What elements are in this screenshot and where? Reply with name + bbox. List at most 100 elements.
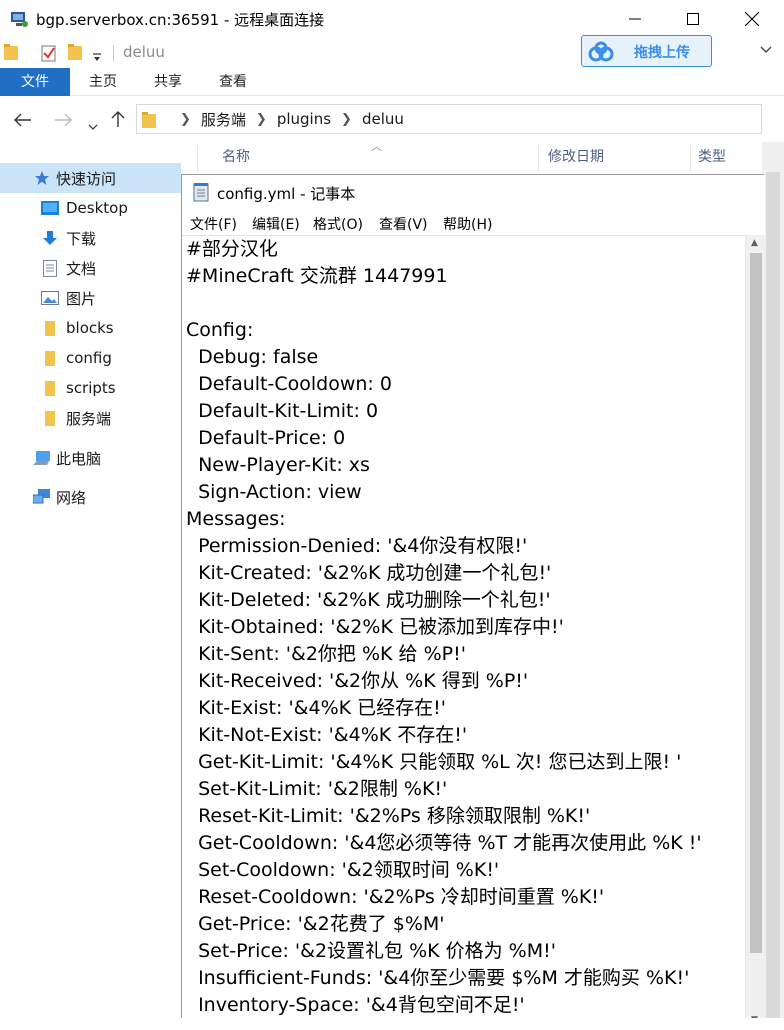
text-line: Get-Price: '&2花费了 $%M' bbox=[186, 913, 445, 935]
toolbar-divider bbox=[113, 45, 114, 61]
nav-label: scripts bbox=[66, 379, 116, 397]
navigation-pane: 快速访问 Desktop 下载 文档 图片 blocks config scri… bbox=[0, 160, 181, 1030]
text-line: Config: bbox=[186, 319, 254, 341]
new-folder-icon[interactable] bbox=[68, 44, 82, 64]
scrollbar-thumb[interactable] bbox=[750, 253, 762, 953]
column-divider bbox=[690, 146, 691, 172]
text-line: Default-Price: 0 bbox=[186, 427, 346, 449]
nav-label: 服务端 bbox=[66, 409, 112, 428]
nav-label: 快速访问 bbox=[56, 169, 117, 188]
explorer-scrollbar[interactable] bbox=[762, 142, 784, 1030]
column-divider bbox=[538, 146, 539, 172]
menu-help[interactable]: 帮助(H) bbox=[443, 214, 492, 234]
nav-quick-access[interactable]: 快速访问 bbox=[0, 163, 181, 193]
up-arrow-icon[interactable] bbox=[111, 110, 125, 132]
maximize-button[interactable] bbox=[668, 0, 718, 38]
breadcrumb: ❯ 服务端 ❯ plugins ❯ deluu bbox=[138, 109, 404, 129]
nav-item-config[interactable]: config bbox=[0, 343, 181, 373]
folder-icon bbox=[40, 319, 60, 337]
chevron-right-icon[interactable]: ❯ bbox=[256, 112, 267, 127]
nav-item-scripts[interactable]: scripts bbox=[0, 373, 181, 403]
properties-checkbox-icon[interactable] bbox=[41, 44, 57, 66]
cloud-icon bbox=[587, 40, 615, 64]
nav-item-documents[interactable]: 文档 bbox=[0, 253, 181, 283]
drag-upload-button[interactable]: 拖拽上传 bbox=[581, 35, 712, 67]
notepad-menubar: 文件(F) 编辑(E) 格式(O) 查看(V) 帮助(H) bbox=[182, 209, 765, 235]
column-header-type[interactable]: 类型 bbox=[698, 146, 726, 172]
status-strip bbox=[0, 1018, 784, 1030]
notepad-scrollbar[interactable]: ▲ ▼ bbox=[745, 235, 765, 1030]
text-line: #MineCraft 交流群 1447991 bbox=[186, 265, 448, 287]
tab-share[interactable]: 共享 bbox=[143, 68, 193, 96]
folder-title: deluu bbox=[123, 43, 165, 61]
folder-icon bbox=[40, 349, 60, 367]
nav-label: 网络 bbox=[56, 488, 87, 507]
nav-item-server[interactable]: 服务端 bbox=[0, 403, 181, 433]
document-icon bbox=[40, 259, 60, 277]
nav-label: 下载 bbox=[66, 229, 97, 248]
notepad-icon bbox=[192, 182, 210, 202]
menu-file[interactable]: 文件(F) bbox=[190, 214, 237, 234]
column-divider bbox=[197, 146, 198, 172]
nav-item-desktop[interactable]: Desktop bbox=[0, 193, 181, 223]
breadcrumb-item[interactable]: plugins bbox=[277, 110, 331, 128]
nav-item-pictures[interactable]: 图片 bbox=[0, 283, 181, 313]
text-line: Permission-Denied: '&4你没有权限!' bbox=[186, 535, 528, 557]
column-header-name[interactable]: 名称 bbox=[222, 146, 250, 172]
menu-format[interactable]: 格式(O) bbox=[313, 214, 363, 234]
tab-view[interactable]: 查看 bbox=[208, 68, 258, 96]
nav-label: Desktop bbox=[66, 199, 128, 217]
folder-icon[interactable] bbox=[4, 44, 18, 64]
notepad-title: config.yml - 记事本 bbox=[217, 185, 356, 203]
chevron-right-icon[interactable]: ❯ bbox=[180, 112, 191, 127]
back-arrow-icon[interactable] bbox=[14, 112, 32, 131]
column-header-modified[interactable]: 修改日期 bbox=[548, 146, 604, 172]
tab-home[interactable]: 主页 bbox=[78, 68, 128, 96]
text-line: Kit-Received: '&2你从 %K 得到 %P!' bbox=[186, 670, 529, 692]
breadcrumb-item[interactable]: deluu bbox=[362, 110, 404, 128]
star-icon bbox=[32, 169, 52, 187]
scroll-up-icon[interactable]: ▲ bbox=[751, 238, 758, 248]
nav-item-downloads[interactable]: 下载 bbox=[0, 223, 181, 253]
text-line: Set-Cooldown: '&2领取时间 %K!' bbox=[186, 859, 500, 881]
download-arrow-icon bbox=[40, 229, 60, 247]
text-line: Inventory-Space: '&4背包空间不足!' bbox=[186, 994, 525, 1016]
breadcrumb-item[interactable]: 服务端 bbox=[201, 109, 246, 130]
text-line: Get-Kit-Limit: '&4%K 只能领取 %L 次! 您已达到上限! … bbox=[186, 751, 682, 773]
notepad-titlebar: config.yml - 记事本 bbox=[182, 175, 765, 209]
window-title: bgp.serverbox.cn:36591 - 远程桌面连接 bbox=[36, 11, 325, 29]
nav-this-pc[interactable]: 此电脑 bbox=[0, 443, 181, 473]
chevron-down-icon[interactable] bbox=[760, 40, 772, 59]
menu-edit[interactable]: 编辑(E) bbox=[252, 214, 300, 234]
minimize-button[interactable] bbox=[610, 0, 660, 38]
nav-label: 文档 bbox=[66, 259, 97, 278]
notepad-text-area[interactable]: #部分汉化 #MineCraft 交流群 1447991 Config: Debug… bbox=[182, 235, 745, 1030]
chevron-right-icon[interactable]: ❯ bbox=[341, 112, 352, 127]
text-line: Default-Kit-Limit: 0 bbox=[186, 400, 379, 422]
folder-icon bbox=[40, 379, 60, 397]
tab-file[interactable]: 文件 bbox=[0, 68, 70, 96]
computer-icon bbox=[32, 449, 52, 467]
sort-caret-icon: ︿ bbox=[371, 140, 382, 153]
desktop-icon bbox=[40, 199, 60, 217]
picture-icon bbox=[40, 289, 60, 307]
notepad-window: config.yml - 记事本 文件(F) 编辑(E) 格式(O) 查看(V)… bbox=[181, 174, 765, 1030]
text-line: Sign-Action: view bbox=[186, 481, 362, 503]
text-line: Insufficient-Funds: '&4你至少需要 $%M 才能购买 %K… bbox=[186, 967, 690, 989]
text-line: Kit-Exist: '&4%K 已经存在!' bbox=[186, 697, 446, 719]
recent-dropdown-icon[interactable] bbox=[88, 116, 98, 135]
window-titlebar: bgp.serverbox.cn:36591 - 远程桌面连接 bbox=[0, 0, 784, 38]
folder-icon bbox=[142, 112, 158, 128]
text-line: New-Player-Kit: xs bbox=[186, 454, 370, 476]
scrollbar-thumb[interactable] bbox=[766, 172, 780, 1030]
forward-arrow-icon[interactable] bbox=[54, 112, 72, 131]
customize-dropdown-icon[interactable] bbox=[92, 47, 102, 66]
text-line: Set-Price: '&2设置礼包 %K 价格为 %M!' bbox=[186, 940, 556, 962]
nav-network[interactable]: 网络 bbox=[0, 482, 181, 512]
close-button[interactable] bbox=[727, 0, 777, 38]
text-line: Kit-Deleted: '&2%K 成功删除一个礼包!' bbox=[186, 589, 551, 611]
close-icon bbox=[745, 12, 759, 26]
nav-item-blocks[interactable]: blocks bbox=[0, 313, 181, 343]
text-line: Kit-Not-Exist: '&4%K 不存在!' bbox=[186, 724, 468, 746]
menu-view[interactable]: 查看(V) bbox=[379, 214, 428, 234]
